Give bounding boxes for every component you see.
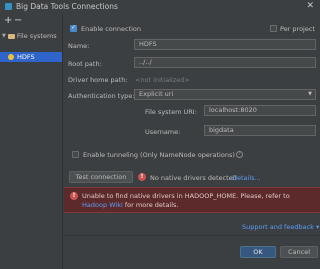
root-path-label: Root path: (68, 60, 102, 68)
tree-group-file-systems[interactable]: ▼ File systems (2, 32, 57, 40)
root-path-field[interactable]: ../../ (134, 57, 316, 68)
username-label: Username: (145, 128, 181, 136)
enable-connection-label: Enable connection (81, 25, 142, 33)
driver-home-label: Driver home path: (68, 76, 128, 84)
error-text-before: Unable to find native drivers in HADOOP_… (82, 192, 290, 200)
close-icon[interactable]: ✕ (306, 1, 314, 11)
auth-type-label: Authentication type: (68, 92, 135, 100)
connection-settings-panel: Enable connection Per project Name: HDFS… (64, 13, 320, 269)
details-link[interactable]: Details... (232, 174, 261, 182)
hdfs-icon (8, 54, 14, 60)
fs-uri-field[interactable]: localhost:8020 (204, 105, 316, 116)
cancel-button[interactable]: Cancel (280, 246, 318, 258)
title-bar: Big Data Tools Connections ✕ (0, 0, 320, 12)
hadoop-wiki-link[interactable]: Hadoop Wiki (82, 201, 123, 209)
fs-uri-label: File system URI: (145, 108, 197, 116)
chevron-down-icon: ▾ (316, 223, 320, 231)
tree-group-label: File systems (16, 32, 57, 40)
add-connection-button[interactable]: + (4, 16, 12, 26)
help-icon[interactable]: ? (236, 151, 243, 158)
error-message: Unable to find native drivers in HADOOP_… (82, 192, 314, 210)
chevron-down-icon[interactable]: ▼ (2, 33, 6, 39)
tree-item-label: HDFS (17, 53, 35, 61)
support-feedback-label: Support and feedback (242, 223, 314, 231)
enable-connection-checkbox[interactable] (70, 24, 77, 32)
auth-type-value: Explicit uri (139, 90, 174, 98)
error-icon: ! (70, 192, 78, 200)
test-connection-button[interactable]: Test connection (69, 171, 133, 183)
tree-item-hdfs[interactable]: HDFS (0, 52, 62, 62)
per-project-label: Per project (280, 25, 315, 33)
enable-tunneling-label: Enable tunneling (Only NameNode operatio… (83, 151, 235, 159)
app-icon (5, 3, 12, 10)
driver-home-value: <not initialized> (135, 76, 190, 84)
support-feedback-link[interactable]: Support and feedback ▾ (242, 223, 319, 231)
auth-type-select[interactable]: Explicit uri ▼ (134, 89, 316, 100)
error-banner: ! Unable to find native drivers in HADOO… (64, 187, 320, 213)
window-title: Big Data Tools Connections (16, 2, 118, 11)
name-field[interactable]: HDFS (134, 39, 316, 50)
name-label: Name: (68, 42, 90, 50)
test-status-text: No native drivers detected (150, 174, 237, 182)
error-text-after: for more details. (122, 201, 179, 209)
chevron-down-icon: ▼ (308, 91, 312, 97)
error-icon: ! (138, 173, 146, 181)
footer-divider (64, 235, 320, 236)
remove-connection-button[interactable]: − (14, 16, 22, 26)
enable-tunneling-checkbox[interactable] (72, 151, 79, 158)
username-field[interactable]: bigdata (204, 125, 316, 136)
per-project-checkbox[interactable] (270, 25, 277, 32)
connections-sidebar: + − ▼ File systems HDFS (0, 13, 63, 269)
ok-button[interactable]: OK (240, 246, 276, 258)
folder-icon (7, 33, 15, 39)
